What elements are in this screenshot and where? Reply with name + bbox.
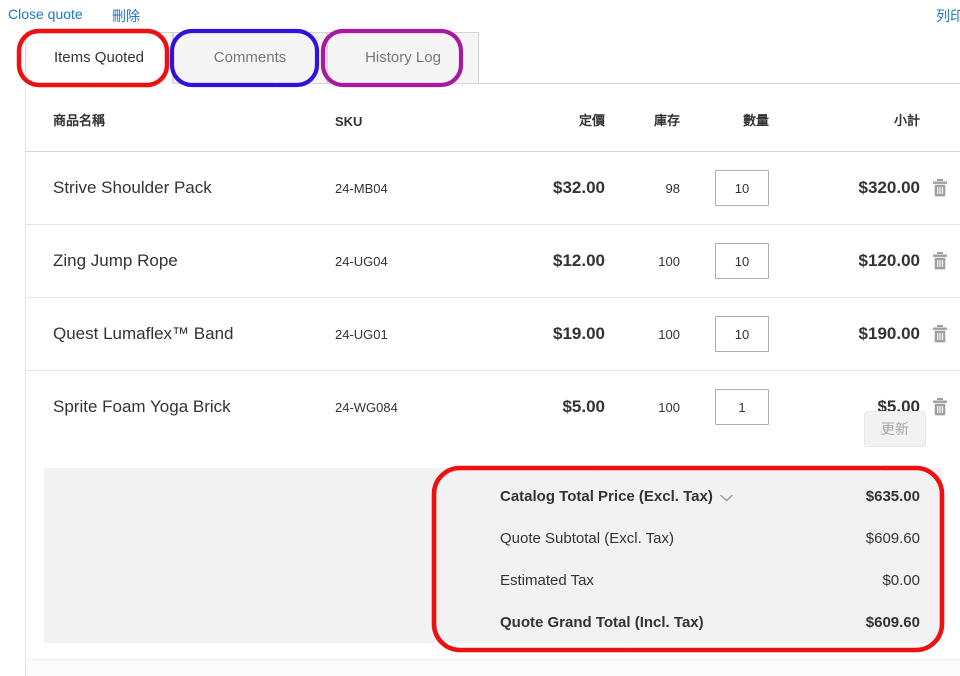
table-row: Sprite Foam Yoga Brick 24-WG084 $5.00 10… <box>25 371 960 444</box>
cell-sku: 24-UG01 <box>335 297 485 371</box>
cell-qty <box>680 371 795 444</box>
cell-qty <box>680 224 795 298</box>
table-header-row: 商品名稱 SKU 定價 庫存 數量 小計 <box>25 110 960 152</box>
cell-subtotal: $190.00 <box>795 297 920 371</box>
cell-stock: 100 <box>658 399 680 415</box>
cell-qty <box>680 151 795 225</box>
total-row-grand-total: Quote Grand Total (Incl. Tax) $609.60 <box>500 614 920 636</box>
quote-totals-band: Catalog Total Price (Excl. Tax) $635.00 … <box>44 468 942 643</box>
tab-comments-label: Comments <box>213 49 287 66</box>
total-row-estimated-tax: Estimated Tax $0.00 <box>500 572 920 594</box>
header-sku: SKU <box>335 110 485 152</box>
quote-totals: Catalog Total Price (Excl. Tax) $635.00 … <box>456 468 942 643</box>
print-quote-link[interactable]: 列印 <box>936 6 960 26</box>
trash-icon[interactable] <box>932 397 948 416</box>
table-row: Zing Jump Rope 24-UG04 $12.00 100 $120.0… <box>25 224 960 298</box>
update-button[interactable]: 更新 <box>864 411 926 447</box>
header-stock: 庫存 <box>605 110 680 152</box>
total-row-quote-subtotal: Quote Subtotal (Excl. Tax) $609.60 <box>500 530 920 552</box>
close-quote-link[interactable]: Close quote <box>8 6 83 22</box>
qty-input[interactable] <box>715 316 769 352</box>
cell-delete <box>920 297 960 371</box>
cell-delete <box>920 151 960 225</box>
tab-comments[interactable]: Comments <box>173 32 327 84</box>
total-label: Quote Grand Total (Incl. Tax) <box>500 614 704 631</box>
total-label: Quote Subtotal (Excl. Tax) <box>500 530 674 547</box>
cell-product-name: Sprite Foam Yoga Brick <box>53 397 231 416</box>
page-footer <box>26 659 960 676</box>
tab-history-log-label: History Log <box>365 49 441 66</box>
cell-price: $32.00 <box>485 151 605 225</box>
cell-subtotal: $120.00 <box>795 224 920 298</box>
qty-input[interactable] <box>715 243 769 279</box>
quote-tabs: Items Quoted Comments History Log <box>25 32 960 84</box>
tab-history-log[interactable]: History Log <box>327 32 479 84</box>
header-qty: 數量 <box>680 110 795 152</box>
cell-stock: 100 <box>605 224 680 298</box>
total-value: $0.00 <box>882 572 920 589</box>
trash-icon[interactable] <box>932 178 948 197</box>
quote-action-links: Close quote 刪除 列印 <box>0 0 960 28</box>
trash-icon[interactable] <box>932 324 948 343</box>
tab-items-quoted[interactable]: Items Quoted <box>25 32 173 84</box>
cell-stock: 98 <box>605 151 680 225</box>
total-label: Catalog Total Price (Excl. Tax) <box>500 488 733 506</box>
table-row: Strive Shoulder Pack 24-MB04 $32.00 98 $… <box>25 151 960 225</box>
quote-items-page: Close quote 刪除 列印 Items Quoted Comments … <box>0 0 960 676</box>
total-value: $635.00 <box>865 488 920 505</box>
total-label: Estimated Tax <box>500 572 594 589</box>
qty-input[interactable] <box>715 170 769 206</box>
cell-product-name: Quest Lumaflex™ Band <box>25 297 335 371</box>
header-price: 定價 <box>485 110 605 152</box>
total-value: $609.60 <box>865 530 920 547</box>
chevron-down-icon[interactable] <box>720 489 733 506</box>
cell-product-name: Zing Jump Rope <box>25 224 335 298</box>
cell-product-name: Strive Shoulder Pack <box>25 151 335 225</box>
cell-delete <box>920 371 960 444</box>
cell-sku: 24-WG084 <box>335 399 398 415</box>
table-row: Quest Lumaflex™ Band 24-UG01 $19.00 100 … <box>25 297 960 371</box>
cell-price: $19.00 <box>485 297 605 371</box>
total-value: $609.60 <box>865 614 920 631</box>
qty-input[interactable] <box>715 389 769 425</box>
header-product-name: 商品名稱 <box>25 110 335 152</box>
header-actions <box>920 110 960 152</box>
cell-price: $5.00 <box>562 397 605 416</box>
cell-delete <box>920 224 960 298</box>
header-subtotal: 小計 <box>795 110 920 152</box>
cell-price: $12.00 <box>485 224 605 298</box>
cell-subtotal: $320.00 <box>795 151 920 225</box>
cell-stock: 100 <box>605 297 680 371</box>
tab-items-quoted-label: Items Quoted <box>53 49 145 66</box>
cell-sku: 24-MB04 <box>335 151 485 225</box>
quoted-items-table: 商品名稱 SKU 定價 庫存 數量 小計 Strive Shoulder Pac… <box>25 110 960 443</box>
total-row-catalog-total: Catalog Total Price (Excl. Tax) $635.00 <box>500 488 920 510</box>
cell-sku: 24-UG04 <box>335 224 485 298</box>
trash-icon[interactable] <box>932 251 948 270</box>
delete-quote-link[interactable]: 刪除 <box>112 6 140 26</box>
cell-qty <box>680 297 795 371</box>
